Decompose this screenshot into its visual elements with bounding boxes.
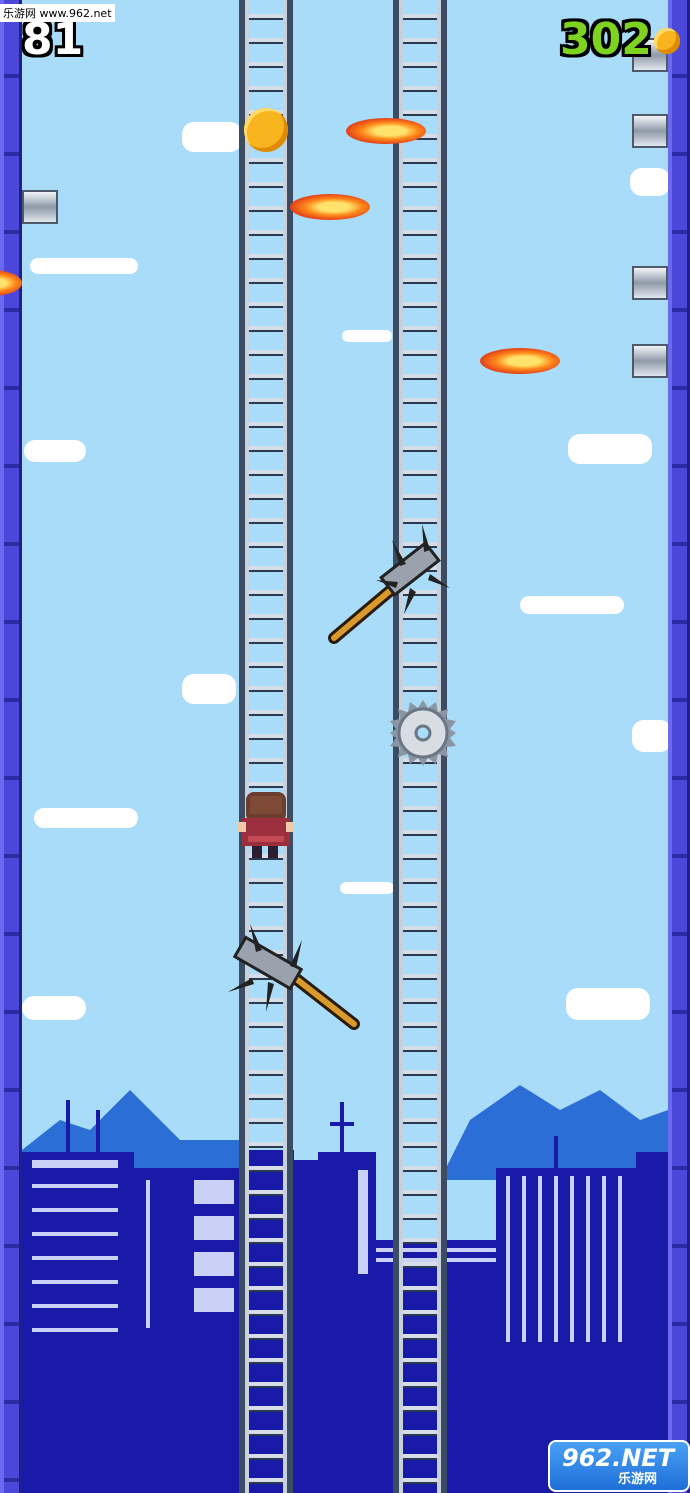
spiked-hammer [328,524,450,644]
watermark-subtitle: 乐游网 [618,1472,658,1487]
cloud [630,168,670,196]
right-wall [668,0,690,1493]
city-skyline [22,1085,668,1493]
cloud [632,720,672,752]
saw-blade [390,700,456,766]
cloud [182,674,236,704]
fireball [346,118,426,144]
ladder-left[interactable] [239,0,293,1493]
coin-counter: 302 [560,14,652,65]
coin-icon [654,28,680,54]
wall-cannon [22,190,58,224]
cloud [22,996,86,1020]
wall-cannon [632,266,668,300]
cloud [34,808,138,828]
left-wall [0,0,22,1493]
cloud [568,434,652,464]
wall-cannon [632,114,668,148]
level-counter: 81 [22,14,84,65]
watermark-top: 乐游网 www.962.net [0,4,115,22]
watermark-logo: 962.NET 乐游网 [548,1440,690,1492]
fireball [290,194,370,220]
cloud [24,440,86,462]
cloud [520,596,624,614]
spiked-hammer [228,924,360,1030]
cloud [342,330,392,342]
coin-pickup[interactable] [244,108,288,152]
cloud [182,122,242,152]
game-scene[interactable] [0,0,690,1493]
player-character[interactable] [238,790,294,860]
cloud [566,988,650,1020]
wall-cannon [632,344,668,378]
fireball [480,348,560,374]
cloud [340,882,394,894]
cloud [30,258,138,274]
